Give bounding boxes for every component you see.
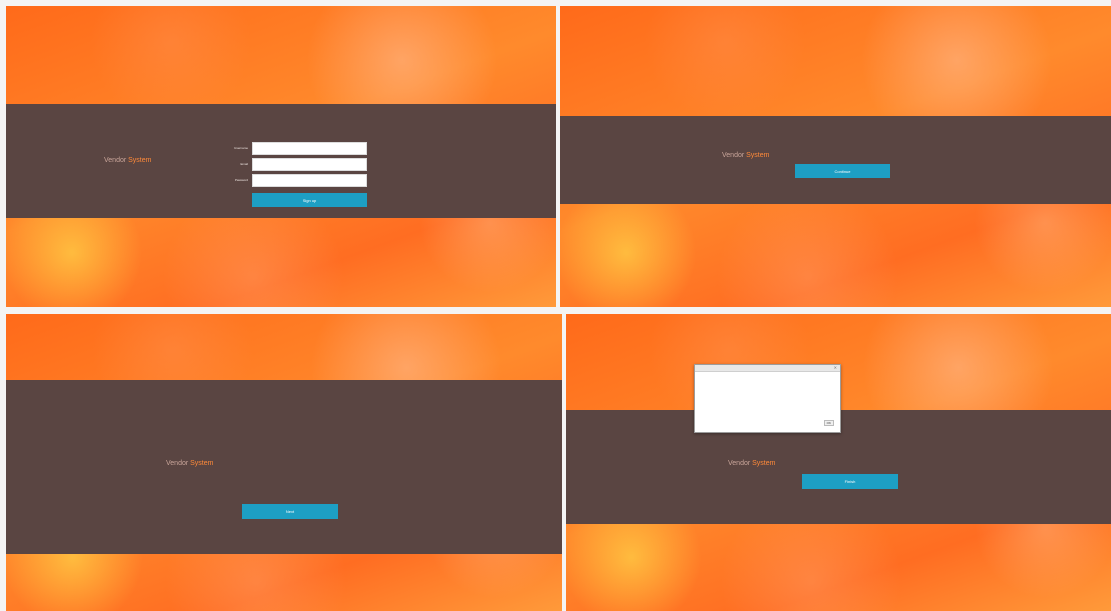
continue-button[interactable]: Continue (795, 164, 890, 178)
signup-button[interactable]: Sign up (252, 193, 367, 207)
panel-complete: Vendor System Finish ✕ OK (566, 314, 1111, 611)
password-field[interactable] (252, 174, 367, 187)
panel-information: Vendor System Next (6, 314, 562, 611)
close-icon[interactable]: ✕ (834, 365, 837, 370)
panel-confirmation: Vendor System Continue (560, 6, 1111, 307)
message-dialog: ✕ OK (694, 364, 841, 433)
dialog-ok-button[interactable]: OK (823, 420, 834, 426)
next-button[interactable]: Next (242, 504, 338, 519)
content-band (6, 380, 562, 554)
content-band (560, 116, 1111, 204)
username-label: Username (234, 146, 248, 150)
finish-button[interactable]: Finish (802, 474, 898, 489)
brand-logo: Vendor System (728, 460, 776, 467)
brand-logo: Vendor System (104, 157, 152, 164)
email-field[interactable] (252, 158, 367, 171)
dialog-titlebar (695, 365, 840, 372)
username-field[interactable] (252, 142, 367, 155)
panel-signup: Vendor System Username Email Password Si… (6, 6, 556, 307)
brand-logo: Vendor System (722, 152, 770, 159)
email-label: Email (240, 162, 248, 166)
brand-logo: Vendor System (166, 460, 214, 467)
password-label: Password (234, 178, 248, 182)
